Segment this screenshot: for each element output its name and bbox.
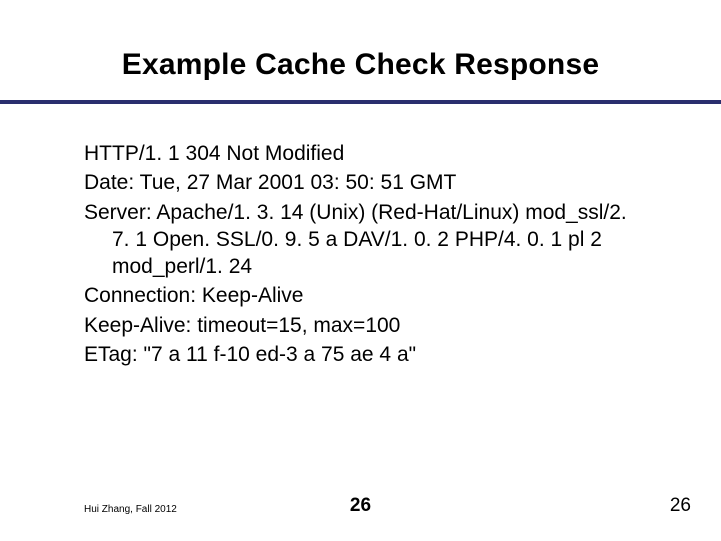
page-number-right: 26 <box>670 495 691 517</box>
server-header-line: Server: Apache/1. 3. 14 (Unix) (Red-Hat/… <box>84 199 644 281</box>
title-block: Example Cache Check Response <box>0 48 721 82</box>
title-divider <box>0 100 721 104</box>
slide-title: Example Cache Check Response <box>0 48 721 82</box>
page-number-center: 26 <box>0 495 721 517</box>
date-header-line: Date: Tue, 27 Mar 2001 03: 50: 51 GMT <box>84 169 644 196</box>
keepalive-header-line: Keep-Alive: timeout=15, max=100 <box>84 312 644 339</box>
http-status-line: HTTP/1. 1 304 Not Modified <box>84 140 644 167</box>
etag-header-line: ETag: "7 a 11 f-10 ed-3 a 75 ae 4 a" <box>84 341 644 368</box>
connection-header-line: Connection: Keep-Alive <box>84 282 644 309</box>
slide-body: HTTP/1. 1 304 Not Modified Date: Tue, 27… <box>84 140 644 370</box>
slide: Example Cache Check Response HTTP/1. 1 3… <box>0 0 721 541</box>
